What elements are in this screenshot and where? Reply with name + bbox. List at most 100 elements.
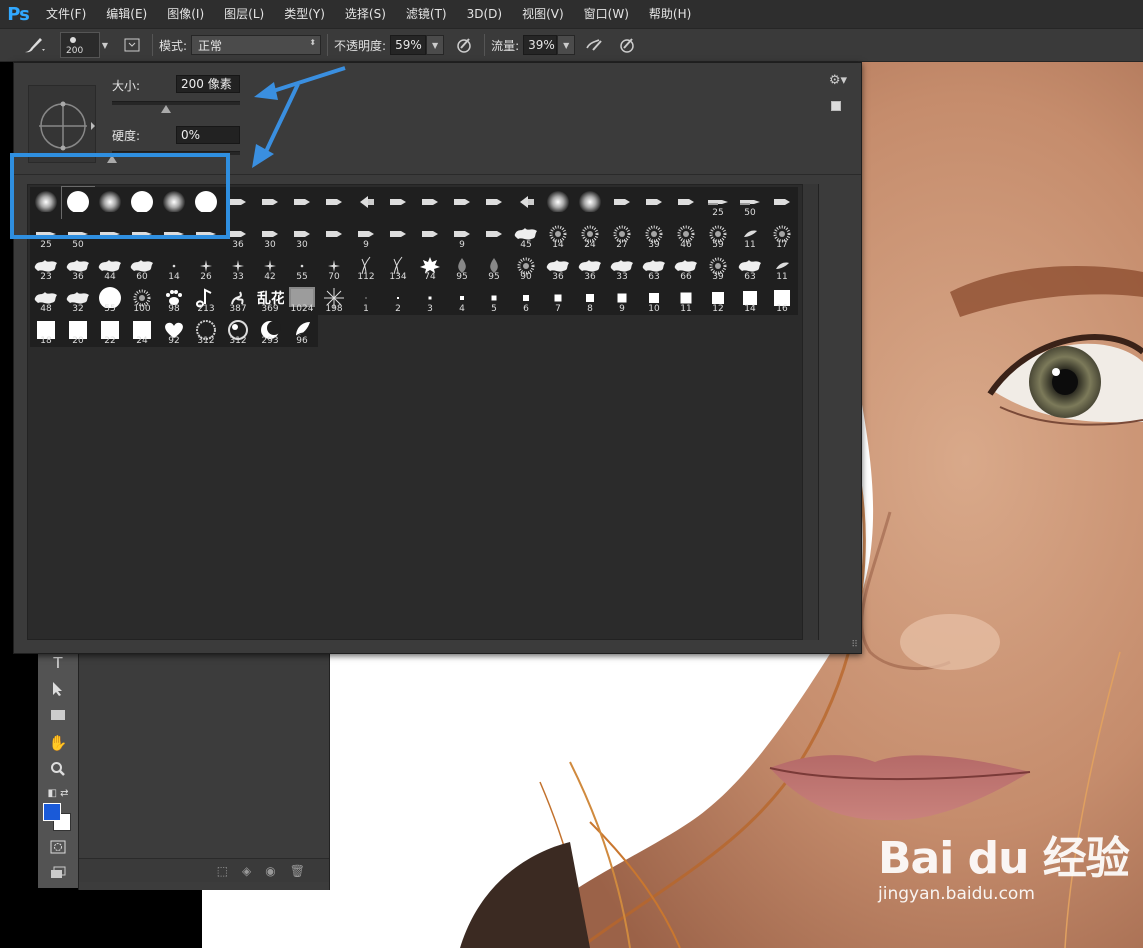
- brush-preset[interactable]: 24: [126, 315, 158, 347]
- brush-angle-preview[interactable]: [28, 85, 96, 163]
- brush-preset[interactable]: 293: [254, 315, 286, 347]
- default-colors-icon[interactable]: ◧ ⇄: [46, 782, 70, 804]
- brush-preset[interactable]: 2: [382, 283, 414, 315]
- brush-preset[interactable]: [606, 187, 638, 219]
- brush-preset[interactable]: [318, 187, 350, 219]
- menu-item-4[interactable]: 类型(Y): [274, 0, 335, 28]
- brush-preset[interactable]: 33: [222, 251, 254, 283]
- brush-preset[interactable]: 9: [446, 219, 478, 251]
- brush-preset[interactable]: 60: [126, 251, 158, 283]
- brush-preset[interactable]: 59: [702, 219, 734, 251]
- brush-preset[interactable]: 12: [702, 283, 734, 315]
- brush-preset[interactable]: 36: [62, 251, 94, 283]
- brush-preset[interactable]: [350, 187, 382, 219]
- menu-item-7[interactable]: 3D(D): [457, 0, 512, 28]
- quick-mask-icon[interactable]: [46, 836, 70, 858]
- menu-item-0[interactable]: 文件(F): [36, 0, 96, 28]
- brush-preset[interactable]: 42: [254, 251, 286, 283]
- brush-preset[interactable]: 39: [702, 251, 734, 283]
- brush-preset[interactable]: [510, 187, 542, 219]
- brush-preset[interactable]: [382, 187, 414, 219]
- brush-preset[interactable]: 11: [734, 219, 766, 251]
- brush-preset[interactable]: 9: [350, 219, 382, 251]
- brush-preset[interactable]: 70: [318, 251, 350, 283]
- brush-preset[interactable]: [286, 187, 318, 219]
- brush-preset[interactable]: [478, 187, 510, 219]
- brush-preset[interactable]: 7: [542, 283, 574, 315]
- brush-preset[interactable]: 55: [94, 283, 126, 315]
- brush-preset[interactable]: 33: [606, 251, 638, 283]
- brush-preset-picker[interactable]: 200: [60, 32, 100, 58]
- brush-preset[interactable]: [382, 219, 414, 251]
- brush-preset[interactable]: 16: [766, 283, 798, 315]
- brush-preset[interactable]: 48: [30, 283, 62, 315]
- flow-input[interactable]: 39%: [523, 35, 558, 55]
- brush-preset[interactable]: 63: [638, 251, 670, 283]
- size-slider-track[interactable]: [112, 101, 240, 105]
- gear-icon[interactable]: ⚙▾: [829, 73, 847, 88]
- brush-preset[interactable]: 10: [638, 283, 670, 315]
- brush-preset[interactable]: [638, 187, 670, 219]
- brush-preset[interactable]: 30: [254, 219, 286, 251]
- brush-preset[interactable]: [670, 187, 702, 219]
- brush-grid-scrollbar[interactable]: [802, 184, 818, 640]
- brush-preset[interactable]: 1: [350, 283, 382, 315]
- screen-mode-icon[interactable]: [46, 862, 70, 884]
- brush-preset[interactable]: 14: [734, 283, 766, 315]
- brush-preset[interactable]: 74: [414, 251, 446, 283]
- brush-preset[interactable]: 63: [734, 251, 766, 283]
- brush-tool-icon[interactable]: [18, 29, 52, 61]
- brush-preset[interactable]: 22: [94, 315, 126, 347]
- brush-preset[interactable]: 14: [542, 219, 574, 251]
- brush-picker-dropdown-icon[interactable]: ▼: [100, 32, 110, 58]
- brush-preset[interactable]: 90: [510, 251, 542, 283]
- brush-preset[interactable]: 14: [158, 251, 190, 283]
- brush-preset[interactable]: [478, 219, 510, 251]
- new-preset-icon[interactable]: [831, 101, 841, 111]
- menu-item-6[interactable]: 滤镜(T): [396, 0, 457, 28]
- brush-preset[interactable]: 213: [190, 283, 222, 315]
- airbrush-icon[interactable]: [581, 32, 609, 58]
- pressure-size-icon[interactable]: [613, 32, 641, 58]
- brush-preset[interactable]: 95: [478, 251, 510, 283]
- mode-select[interactable]: 正常 ⬍: [191, 35, 322, 55]
- brush-preset[interactable]: [414, 187, 446, 219]
- brush-preset[interactable]: 198: [318, 283, 350, 315]
- menu-item-9[interactable]: 窗口(W): [574, 0, 639, 28]
- brush-preset[interactable]: 1024: [286, 283, 318, 315]
- brush-preset[interactable]: 11: [670, 283, 702, 315]
- brush-preset[interactable]: 387: [222, 283, 254, 315]
- brush-preset[interactable]: 24: [574, 219, 606, 251]
- brush-preset[interactable]: 96: [286, 315, 318, 347]
- brush-panel-toggle-icon[interactable]: [118, 32, 146, 58]
- hand-tool-icon[interactable]: ✋: [46, 732, 70, 754]
- brush-preset[interactable]: [542, 187, 574, 219]
- brush-preset[interactable]: 17: [766, 219, 798, 251]
- brush-preset[interactable]: 92: [158, 315, 190, 347]
- flow-dropdown-icon[interactable]: ▼: [557, 35, 576, 55]
- brush-preset[interactable]: 30: [286, 219, 318, 251]
- brush-preset[interactable]: 46: [670, 219, 702, 251]
- menu-item-3[interactable]: 图层(L): [214, 0, 274, 28]
- brush-preset[interactable]: 98: [158, 283, 190, 315]
- menu-item-2[interactable]: 图像(I): [157, 0, 214, 28]
- visibility-icon[interactable]: ◉: [265, 864, 275, 878]
- brush-preset[interactable]: 4: [446, 283, 478, 315]
- path-selection-icon[interactable]: [46, 678, 70, 700]
- brush-preset[interactable]: 8: [574, 283, 606, 315]
- rectangle-tool-icon[interactable]: [46, 704, 70, 726]
- menu-item-10[interactable]: 帮助(H): [639, 0, 701, 28]
- opacity-dropdown-icon[interactable]: ▼: [426, 35, 445, 55]
- foreground-color-swatch[interactable]: [43, 803, 61, 821]
- brush-preset[interactable]: 6: [510, 283, 542, 315]
- zoom-tool-icon[interactable]: [46, 758, 70, 780]
- brush-preset[interactable]: 55: [286, 251, 318, 283]
- brush-preset[interactable]: 20: [62, 315, 94, 347]
- brush-preset[interactable]: [414, 219, 446, 251]
- brush-preset[interactable]: 112: [350, 251, 382, 283]
- menu-item-5[interactable]: 选择(S): [335, 0, 396, 28]
- brush-preset[interactable]: 32: [62, 283, 94, 315]
- brush-preset[interactable]: 134: [382, 251, 414, 283]
- brush-preset[interactable]: 乱花 369: [254, 283, 286, 315]
- brush-preset[interactable]: 25: [702, 187, 734, 219]
